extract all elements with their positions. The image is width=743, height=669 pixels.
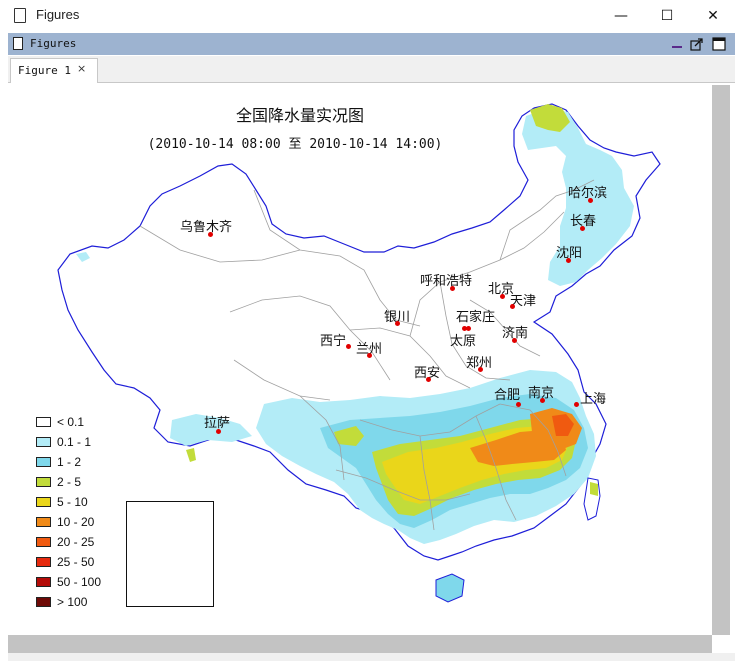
legend-swatch	[36, 517, 51, 527]
city-marker	[510, 304, 515, 309]
city-marker	[478, 367, 483, 372]
legend-item: < 0.1	[36, 412, 156, 432]
legend-item: 1 - 2	[36, 452, 156, 472]
legend-swatch	[36, 457, 51, 467]
city-label: 西宁	[320, 334, 347, 349]
legend-swatch	[36, 577, 51, 587]
precip-tibet-green	[186, 448, 196, 462]
city-marker	[588, 198, 593, 203]
legend-swatch	[36, 437, 51, 447]
legend-swatch	[36, 597, 51, 607]
legend-swatch	[36, 557, 51, 567]
legend-label: 50 - 100	[57, 575, 102, 589]
legend-item: 50 - 100	[36, 572, 156, 592]
city-marker	[216, 429, 221, 434]
city-label: 石家庄	[456, 310, 496, 325]
legend-label: 1 - 2	[57, 455, 82, 469]
city-marker	[540, 398, 545, 403]
legend-item: 2 - 5	[36, 472, 156, 492]
legend-item: 0.1 - 1	[36, 432, 156, 452]
city-marker	[500, 294, 505, 299]
city-marker	[346, 344, 351, 349]
city-marker	[208, 232, 213, 237]
vertical-scrollbar[interactable]	[712, 85, 730, 635]
city-marker	[466, 326, 471, 331]
city-marker	[395, 321, 400, 326]
legend-item: 25 - 50	[36, 552, 156, 572]
city-label: 上海	[580, 392, 607, 407]
legend-swatch	[36, 497, 51, 507]
legend-label: 20 - 25	[57, 535, 95, 549]
city-label: 呼和浩特	[420, 274, 473, 289]
city-marker	[367, 353, 372, 358]
city-label: 合肥	[494, 388, 521, 403]
city-marker	[450, 286, 455, 291]
legend-label: < 0.1	[57, 415, 85, 429]
legend-item: 10 - 20	[36, 512, 156, 532]
legend-swatch	[36, 417, 51, 427]
legend-label: 5 - 10	[57, 495, 88, 509]
map-subtitle: (2010-10-14 08:00 至 2010-10-14 14:00)	[147, 137, 443, 152]
legend-label: 10 - 20	[57, 515, 95, 529]
legend-swatch	[36, 537, 51, 547]
city-marker	[580, 226, 585, 231]
status-strip	[8, 653, 735, 661]
city-label: 太原	[450, 334, 477, 349]
taiwan-precip	[590, 482, 598, 496]
city-marker	[512, 338, 517, 343]
city-marker	[566, 258, 571, 263]
legend-item: 5 - 10	[36, 492, 156, 512]
legend-item: 20 - 25	[36, 532, 156, 552]
legend-item: > 100	[36, 592, 156, 612]
city-marker	[426, 377, 431, 382]
legend-swatch	[36, 477, 51, 487]
map-title: 全国降水量实况图	[235, 106, 364, 125]
city-label: 乌鲁木齐	[180, 220, 233, 235]
legend-label: 25 - 50	[57, 555, 95, 569]
legend-label: > 100	[57, 595, 88, 609]
precipitation-legend: < 0.1 0.1 - 1 1 - 2 2 - 5 5 - 10 10 - 20 20 - …	[36, 412, 156, 612]
city-marker	[516, 402, 521, 407]
legend-label: 2 - 5	[57, 475, 82, 489]
city-marker	[574, 402, 579, 407]
hainan-island	[435, 573, 465, 603]
legend-label: 0.1 - 1	[57, 435, 92, 449]
horizontal-scrollbar[interactable]	[8, 635, 712, 653]
